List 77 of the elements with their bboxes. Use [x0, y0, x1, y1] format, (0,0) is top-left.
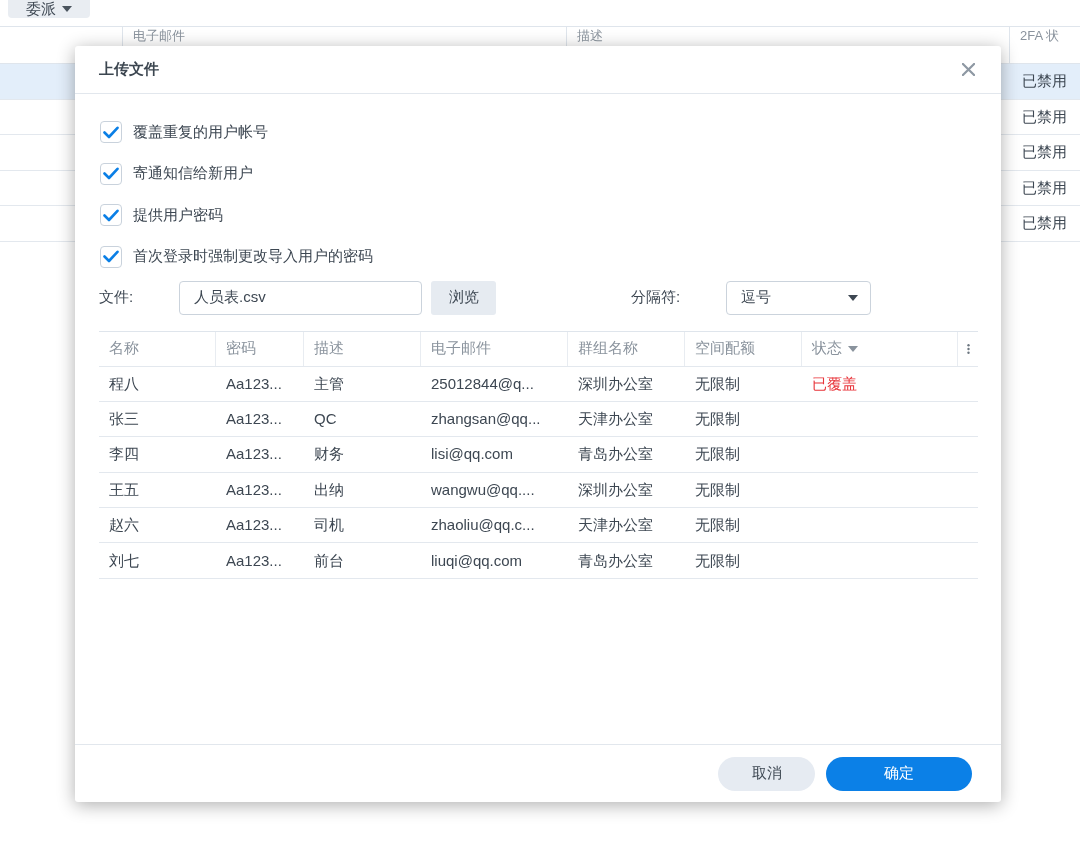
table-cell: 财务 [314, 445, 344, 463]
table-cell: 天津办公室 [578, 410, 653, 428]
table-cell: 前台 [314, 551, 344, 569]
toolbar-button[interactable]: 委派 [8, 0, 90, 18]
file-field[interactable]: 人员表.csv [179, 280, 422, 315]
table-cell: 深圳办公室 [578, 374, 653, 392]
table-cell: 赵六 [109, 516, 139, 534]
file-label: 文件: [99, 287, 135, 308]
caret-icon [848, 294, 858, 301]
table-cell: 已禁用 [1022, 178, 1067, 196]
delimiter-select[interactable]: 逗号 [726, 280, 871, 315]
table-cell: 已禁用 [1022, 143, 1067, 161]
table-cell: liuqi@qq.com [431, 551, 523, 569]
table-cell: 李四 [109, 445, 139, 463]
table-cell: 25012844@q... [431, 374, 534, 392]
column-header[interactable]: 名称 [109, 337, 139, 360]
confirm-button[interactable]: 确定 [826, 756, 972, 791]
table-cell: 程八 [109, 374, 139, 392]
column-header[interactable]: 描述 [314, 337, 344, 360]
checkbox-label: 覆盖重复的用户帐号 [133, 121, 268, 142]
table-cell: 天津办公室 [578, 516, 653, 534]
table-cell: Aa123... [226, 516, 282, 534]
table-cell: lisi@qq.com [431, 445, 513, 463]
checkbox[interactable] [100, 204, 122, 226]
table-cell: 无限制 [695, 516, 740, 534]
table-cell: 刘七 [109, 551, 139, 569]
column-header[interactable]: 描述 [577, 28, 603, 43]
delimiter-label: 分隔符: [631, 287, 682, 308]
table-cell: 已禁用 [1022, 214, 1067, 232]
table-cell: 主管 [314, 374, 344, 392]
table-cell: 出纳 [314, 480, 344, 498]
check-icon [103, 167, 119, 180]
check-icon [103, 208, 119, 222]
check-icon [103, 125, 119, 139]
table-cell: 深圳办公室 [578, 480, 653, 498]
table-cell: 王五 [109, 480, 139, 498]
column-header[interactable]: 电子邮件 [133, 28, 185, 43]
table-cell: Aa123... [226, 445, 282, 463]
table-cell: 青岛办公室 [578, 445, 653, 463]
checkbox[interactable] [100, 245, 122, 268]
table-cell: 无限制 [695, 410, 740, 428]
table-cell: 已禁用 [1022, 72, 1067, 90]
checkbox-label: 寄通知信给新用户 [133, 163, 253, 184]
checkbox-label: 提供用户密码 [133, 204, 223, 225]
checkbox[interactable] [100, 121, 122, 143]
table-cell: 已禁用 [1022, 107, 1067, 125]
table-cell: 无限制 [695, 445, 740, 463]
browse-button[interactable]: 浏览 [431, 280, 496, 315]
close-icon[interactable] [962, 63, 975, 76]
column-header[interactable]: 空间配额 [695, 337, 755, 360]
table-cell: wangwu@qq.... [431, 480, 535, 498]
table-cell: 无限制 [695, 374, 740, 392]
column-header[interactable]: 群组名称 [578, 337, 638, 360]
table-cell: 张三 [109, 410, 139, 428]
column-header[interactable]: 状态 [812, 337, 858, 360]
table-cell: zhangsan@qq... [431, 410, 541, 428]
more-icon[interactable] [966, 342, 970, 355]
column-header[interactable]: 电子邮件 [431, 337, 491, 360]
checkbox-label: 首次登录时强制更改导入用户的密码 [133, 246, 373, 267]
checkbox[interactable] [100, 162, 122, 185]
table-cell: Aa123... [226, 551, 282, 569]
status-text: 已覆盖 [812, 374, 857, 392]
table-cell: 无限制 [695, 551, 740, 569]
table-cell: Aa123... [226, 410, 282, 428]
column-header[interactable]: 2FA 状 [1020, 28, 1060, 43]
caret-icon [62, 6, 72, 12]
table-cell: 无限制 [695, 480, 740, 498]
table-cell: zhaoliu@qq.c... [431, 516, 535, 534]
table-cell: QC [314, 410, 337, 428]
column-header[interactable]: 密码 [226, 337, 256, 360]
dialog-title: 上传文件 [99, 59, 159, 80]
table-cell: 青岛办公室 [578, 551, 653, 569]
table-cell: Aa123... [226, 374, 282, 392]
cancel-button[interactable]: 取消 [718, 756, 815, 791]
table-cell: Aa123... [226, 480, 282, 498]
table-cell: 司机 [314, 516, 344, 534]
check-icon [103, 250, 119, 263]
